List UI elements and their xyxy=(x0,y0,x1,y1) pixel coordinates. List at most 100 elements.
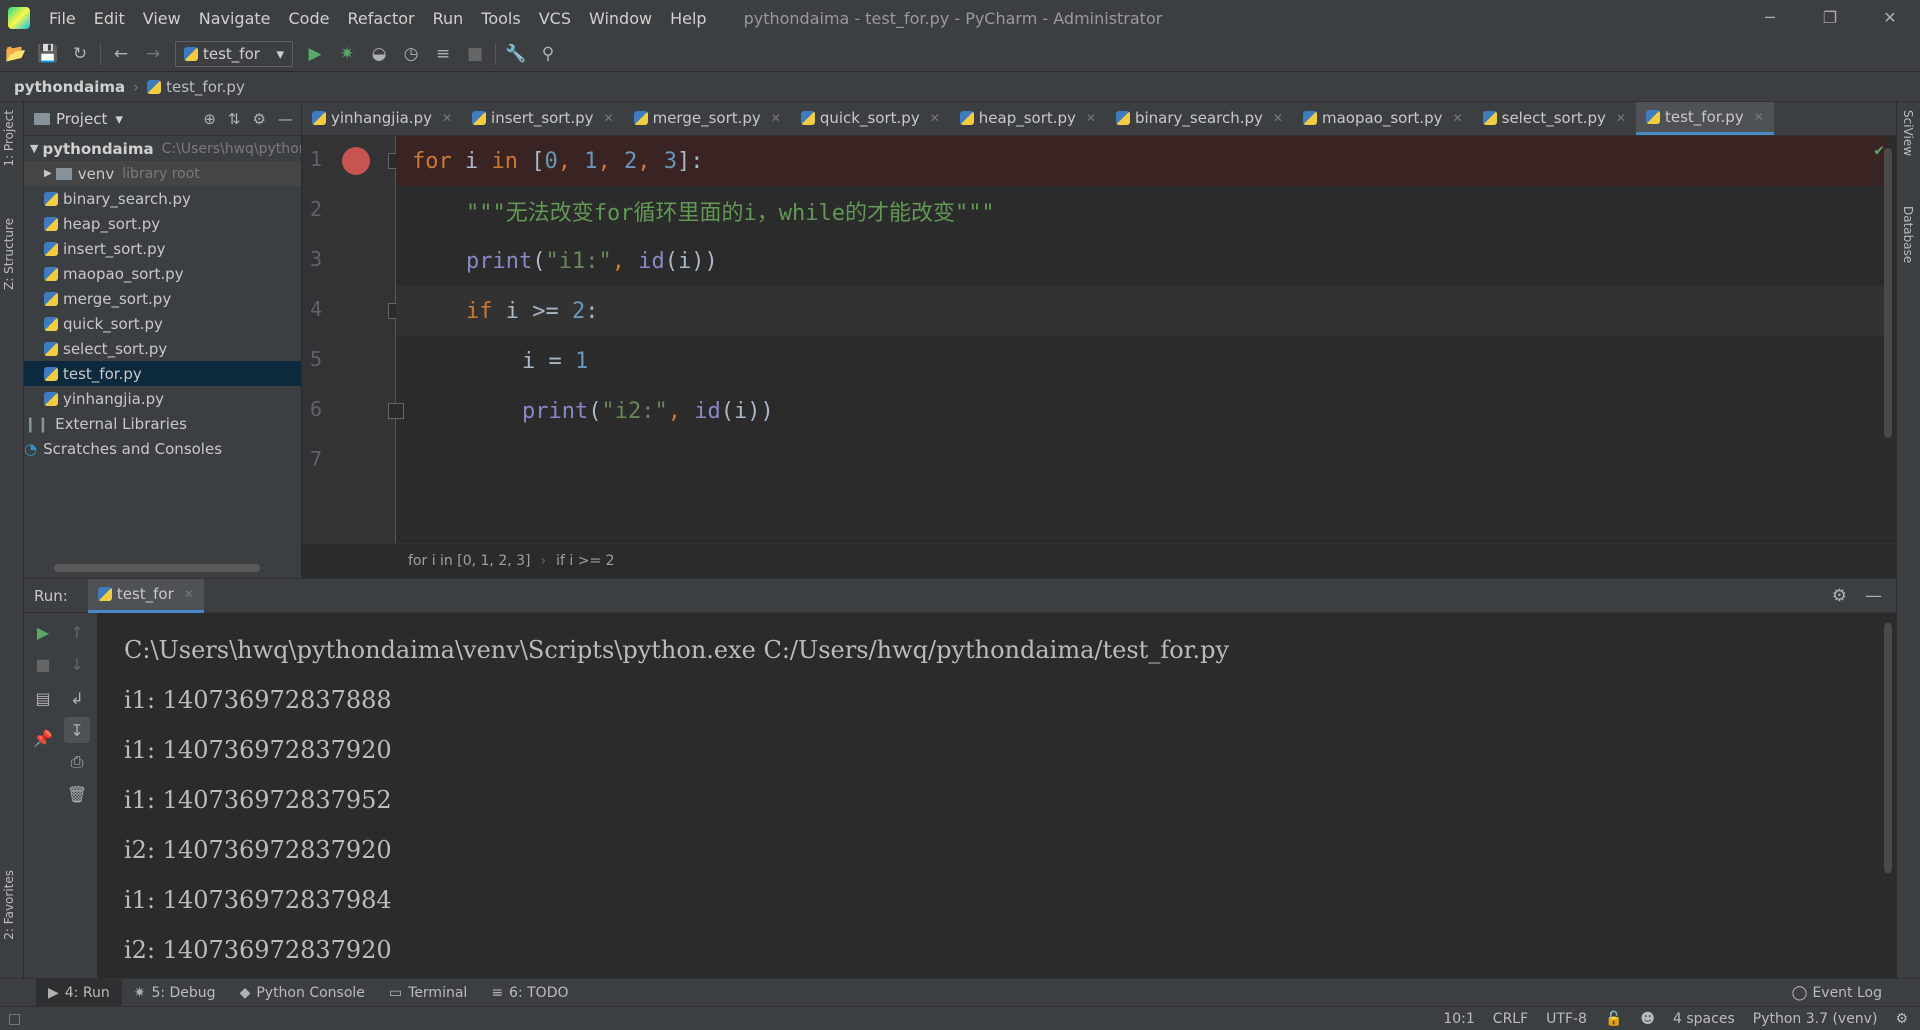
restore-button[interactable]: ❐ xyxy=(1800,0,1860,36)
notifications-icon[interactable]: ⚙ xyxy=(1895,1011,1908,1027)
locate-icon[interactable]: ⊕ xyxy=(203,110,216,128)
stop-icon[interactable]: ■ xyxy=(459,40,491,68)
close-icon[interactable]: ✕ xyxy=(442,111,452,125)
tab-select-sort[interactable]: select_sort.py ✕ xyxy=(1473,102,1636,135)
nav-file[interactable]: test_for.py xyxy=(166,78,245,96)
menu-view[interactable]: View xyxy=(134,9,190,28)
indent-setting[interactable]: 4 spaces xyxy=(1673,1011,1735,1027)
tool-window-python-console[interactable]: ◆ Python Console xyxy=(228,979,377,1007)
favorites-tool-tab[interactable]: 2: Favorites xyxy=(2,870,16,940)
close-icon[interactable]: ✕ xyxy=(930,111,940,125)
structure-tool-tab[interactable]: Z: Structure xyxy=(2,218,16,290)
tab-test-for[interactable]: test_for.py ✕ xyxy=(1635,102,1774,135)
tree-item-scratches[interactable]: ◔ Scratches and Consoles xyxy=(24,436,301,461)
up-arrow-icon[interactable]: ↑ xyxy=(64,619,90,645)
event-log-button[interactable]: ◯ Event Log xyxy=(1792,979,1882,1007)
print-icon[interactable]: ⎙ xyxy=(64,749,90,775)
coverage-icon[interactable]: ◒ xyxy=(363,40,395,68)
editor-scrollbar[interactable] xyxy=(1884,148,1892,438)
close-icon[interactable]: ✕ xyxy=(604,111,614,125)
collapse-all-icon[interactable]: ⇅ xyxy=(228,110,241,128)
menu-window[interactable]: Window xyxy=(580,9,661,28)
code-editor[interactable]: 1 2 3 4 5 6 7 for i in [0, 1, 2, 3]: """… xyxy=(302,136,1896,543)
minimize-button[interactable]: ─ xyxy=(1740,0,1800,36)
file-encoding[interactable]: UTF-8 xyxy=(1546,1011,1587,1027)
tree-item-quick-sort[interactable]: quick_sort.py xyxy=(24,311,301,336)
menu-run[interactable]: Run xyxy=(424,9,473,28)
tab-yinhangjia[interactable]: yinhangjia.py ✕ xyxy=(302,102,462,135)
console-scrollbar[interactable] xyxy=(1884,623,1892,873)
close-icon[interactable]: ✕ xyxy=(1754,110,1764,124)
hide-panel-icon[interactable]: — xyxy=(278,110,293,128)
menu-help[interactable]: Help xyxy=(661,9,715,28)
close-icon[interactable]: ✕ xyxy=(184,587,194,601)
project-view-select[interactable]: Project xyxy=(56,110,107,128)
tree-item-binary-search[interactable]: binary_search.py xyxy=(24,186,301,211)
tool-window-todo[interactable]: ≡ 6: TODO xyxy=(479,979,580,1007)
back-arrow-icon[interactable]: ← xyxy=(105,40,137,68)
lock-icon[interactable]: 🔓 xyxy=(1605,1011,1622,1027)
menu-file[interactable]: File xyxy=(40,9,85,28)
tool-window-terminal[interactable]: ▭ Terminal xyxy=(377,979,479,1007)
gear-icon[interactable]: ⚙ xyxy=(253,110,266,128)
sciview-tool-tab[interactable]: SciView xyxy=(1901,110,1915,156)
console-output[interactable]: C:\Users\hwq\pythondaima\venv\Scripts\py… xyxy=(98,613,1896,979)
close-window-button[interactable]: ✕ xyxy=(1860,0,1920,36)
tab-merge-sort[interactable]: merge_sort.py ✕ xyxy=(624,102,791,135)
interpreter-select[interactable]: Python 3.7 (venv) xyxy=(1753,1011,1878,1027)
wrench-icon[interactable]: 🔧 xyxy=(500,40,532,68)
project-tool-tab[interactable]: 1: Project xyxy=(2,110,16,167)
database-tool-tab[interactable]: Database xyxy=(1901,206,1915,263)
tab-maopao-sort[interactable]: maopao_sort.py ✕ xyxy=(1293,102,1473,135)
pin-icon[interactable]: 📌 xyxy=(30,725,56,751)
tool-window-debug[interactable]: ✷ 5: Debug xyxy=(122,979,228,1007)
menu-edit[interactable]: Edit xyxy=(85,9,134,28)
run-tab-test-for[interactable]: test_for ✕ xyxy=(87,578,204,613)
tree-item-merge-sort[interactable]: merge_sort.py xyxy=(24,286,301,311)
nav-project[interactable]: pythondaima xyxy=(14,78,125,96)
inspection-ok-icon[interactable]: ✔ xyxy=(1874,140,1884,159)
menu-tools[interactable]: Tools xyxy=(472,9,529,28)
close-icon[interactable]: ✕ xyxy=(1453,111,1463,125)
rerun-icon[interactable]: ▶ xyxy=(30,619,56,645)
tree-item-heap-sort[interactable]: heap_sort.py xyxy=(24,211,301,236)
line-separator[interactable]: CRLF xyxy=(1493,1011,1528,1027)
stop-icon[interactable]: ■ xyxy=(30,651,56,677)
concurrency-icon[interactable]: ≡ xyxy=(427,40,459,68)
tree-item-venv[interactable]: ▶ venv library root xyxy=(24,161,301,186)
close-icon[interactable]: ✕ xyxy=(1616,111,1626,125)
menu-code[interactable]: Code xyxy=(280,9,339,28)
breakpoint-icon[interactable] xyxy=(342,147,370,175)
chevron-down-icon[interactable]: ▾ xyxy=(115,110,123,128)
menu-vcs[interactable]: VCS xyxy=(530,9,580,28)
search-icon[interactable]: ⚲ xyxy=(532,40,564,68)
tree-item-external-libraries[interactable]: ❙❙ External Libraries xyxy=(24,411,301,436)
layout-icon[interactable]: ▤ xyxy=(30,685,56,711)
breadcrumb-item[interactable]: for i in [0, 1, 2, 3] xyxy=(408,553,531,569)
scroll-to-end-icon[interactable]: ↧ xyxy=(64,717,90,743)
soft-wrap-icon[interactable]: ↲ xyxy=(64,685,90,711)
trash-icon[interactable]: 🗑 xyxy=(64,781,90,807)
breadcrumb-item[interactable]: if i >= 2 xyxy=(556,553,614,569)
tree-item-insert-sort[interactable]: insert_sort.py xyxy=(24,236,301,261)
run-icon[interactable]: ▶ xyxy=(299,40,331,68)
tree-item-yinhangjia[interactable]: yinhangjia.py xyxy=(24,386,301,411)
tree-item-select-sort[interactable]: select_sort.py xyxy=(24,336,301,361)
close-icon[interactable]: ✕ xyxy=(771,111,781,125)
close-icon[interactable]: ✕ xyxy=(1086,111,1096,125)
open-folder-icon[interactable]: 📂 xyxy=(0,40,32,68)
hide-panel-icon[interactable]: — xyxy=(1865,586,1882,606)
sync-icon[interactable]: ↻ xyxy=(64,40,96,68)
run-configuration-select[interactable]: test_for ▾ xyxy=(175,40,293,67)
menu-refactor[interactable]: Refactor xyxy=(338,9,423,28)
tree-item-test-for[interactable]: test_for.py xyxy=(24,361,301,386)
tab-heap-sort[interactable]: heap_sort.py ✕ xyxy=(950,102,1106,135)
caret-position[interactable]: 10:1 xyxy=(1443,1011,1474,1027)
tab-insert-sort[interactable]: insert_sort.py ✕ xyxy=(462,102,624,135)
hector-icon[interactable]: ☻ xyxy=(1640,1011,1655,1027)
tool-window-run[interactable]: ▶ 4: Run xyxy=(36,978,122,1007)
tree-root[interactable]: ▼ pythondaima C:\Users\hwq\pythondaima xyxy=(24,136,301,161)
down-arrow-icon[interactable]: ↓ xyxy=(64,651,90,677)
show-tool-windows-icon[interactable]: □ xyxy=(8,1011,21,1027)
tree-item-maopao-sort[interactable]: maopao_sort.py xyxy=(24,261,301,286)
